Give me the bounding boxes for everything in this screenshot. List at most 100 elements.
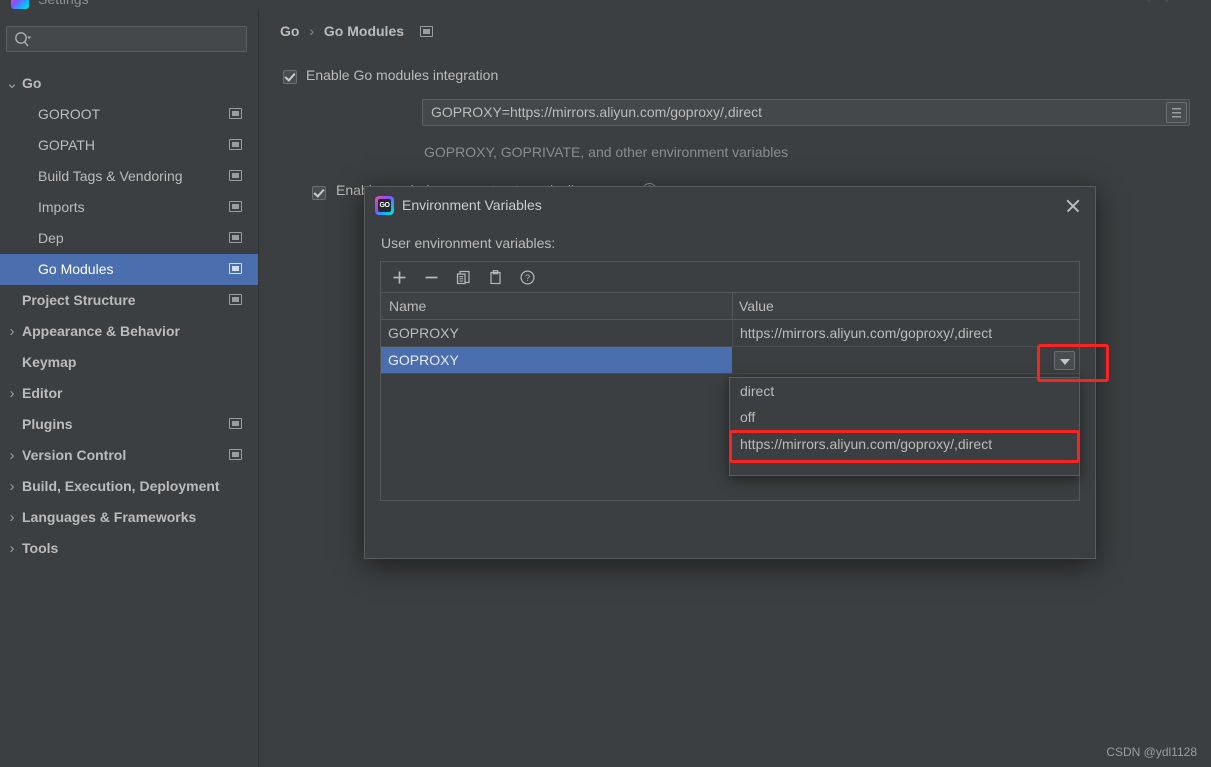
chevron-right-icon[interactable]: › (5, 502, 19, 533)
column-divider[interactable] (732, 293, 733, 319)
dialog-title: Environment Variables (402, 197, 542, 213)
settings-tree: ⌄ Go GOROOT GOPATH Build Tags & Vendoring Imp… (0, 68, 258, 564)
svg-text:?: ? (525, 273, 530, 283)
cell-name[interactable]: GOPROXY (381, 320, 732, 347)
sidebar-item-gopath[interactable]: GOPATH (0, 130, 258, 161)
help-icon: ? (520, 270, 535, 285)
window-controls[interactable]: ▫ ▫ (1147, 0, 1199, 5)
help-button[interactable]: ? (517, 267, 538, 288)
sidebar-item-label: Tools (22, 540, 59, 556)
sidebar-item-imports[interactable]: Imports (0, 192, 258, 223)
table-row[interactable]: GOPROXY (381, 347, 1079, 374)
settings-window: Settings ▫ ▫ ⌄GoGOROOTGOPATHBuild Tags &… (0, 0, 1211, 767)
configurable-indicator-icon (229, 201, 242, 212)
environment-browse-button[interactable] (1166, 102, 1187, 123)
cell-name-text: GOPROXY (388, 325, 459, 341)
column-header-name[interactable]: Name (389, 298, 426, 314)
breadcrumb-root[interactable]: Go (280, 23, 299, 39)
breadcrumb: Go › Go Modules (280, 23, 433, 39)
configurable-indicator-icon (229, 263, 242, 274)
sidebar-item-languages-frameworks[interactable]: › Languages & Frameworks (0, 502, 258, 533)
sidebar-item-tools[interactable]: › Tools (0, 533, 258, 564)
chevron-right-icon[interactable]: › (5, 440, 19, 471)
chevron-right-icon[interactable]: › (5, 316, 19, 347)
sidebar-item-go-modules[interactable]: Go Modules (0, 254, 258, 285)
chevron-right-icon[interactable]: › (5, 471, 19, 502)
enable-go-modules-checkbox[interactable] (283, 70, 297, 84)
add-variable-button[interactable] (389, 267, 410, 288)
configurable-indicator-icon (229, 108, 242, 119)
search-box[interactable] (6, 26, 247, 53)
dialog-titlebar: GO Environment Variables (365, 187, 1095, 223)
table-row[interactable]: GOPROXY https://mirrors.aliyun.com/goprox… (381, 320, 1079, 347)
paste-icon (490, 270, 501, 285)
sidebar-item-plugins[interactable]: Plugins (0, 409, 258, 440)
dialog-subtitle-text: User environment variables: (381, 235, 556, 251)
plus-icon (393, 271, 406, 284)
configurable-indicator-icon (229, 139, 242, 150)
settings-sidebar: ⌄ Go GOROOT GOPATH Build Tags & Vendoring Imp… (0, 10, 259, 767)
environment-field[interactable]: GOPROXY=https://mirrors.aliyun.com/gopro… (422, 99, 1190, 126)
sidebar-item-appearance-behavior[interactable]: › Appearance & Behavior (0, 316, 258, 347)
env-table-header: Name Value (381, 293, 1079, 320)
sidebar-item-label: Build, Execution, Deployment (22, 478, 220, 494)
sidebar-item-label: GOPATH (38, 137, 96, 153)
sidebar-item-go[interactable]: ⌄ Go (0, 68, 258, 99)
sidebar-item-label: Imports (38, 199, 85, 215)
configurable-indicator-icon (229, 449, 242, 460)
sidebar-item-label: GOROOT (38, 106, 101, 122)
column-header-value[interactable]: Value (739, 298, 774, 314)
minus-icon (425, 276, 438, 279)
sidebar-item-version-control[interactable]: › Version Control (0, 440, 258, 471)
search-input[interactable] (37, 27, 246, 53)
sidebar-item-editor[interactable]: › Editor (0, 378, 258, 409)
sidebar-item-dep[interactable]: Dep (0, 223, 258, 254)
sidebar-item-goroot[interactable]: GOROOT (0, 99, 258, 130)
goland-app-icon: GO (375, 196, 394, 215)
sidebar-item-label: Go Modules (38, 261, 114, 277)
enable-vendoring-checkbox[interactable] (312, 186, 326, 200)
breadcrumb-leaf: Go Modules (323, 23, 405, 39)
cell-name[interactable]: GOPROXY (381, 347, 732, 374)
copy-variables-button[interactable] (453, 267, 474, 288)
sidebar-item-project-structure[interactable]: Project Structure (0, 285, 258, 316)
configurable-indicator-icon (229, 418, 242, 429)
environment-hint: GOPROXY, GOPRIVATE, and other environmen… (424, 144, 789, 160)
value-dropdown-toggle[interactable] (1054, 351, 1075, 370)
environment-value: GOPROXY=https://mirrors.aliyun.com/gopro… (431, 104, 763, 120)
sidebar-item-label: Project Structure (22, 292, 136, 308)
sidebar-item-keymap[interactable]: Keymap (0, 347, 258, 378)
chevron-down-icon[interactable]: ⌄ (5, 68, 19, 99)
search-icon (15, 32, 32, 47)
cell-value-text: https://mirrors.aliyun.com/goproxy/,dire… (740, 325, 993, 341)
breadcrumb-separator: › (309, 23, 315, 39)
goproxy-value-dropdown: direct off https://mirrors.aliyun.com/gopr… (729, 377, 1080, 476)
configurable-indicator-icon (229, 232, 242, 243)
sidebar-item-label: Go (22, 75, 42, 91)
sidebar-item-label: Version Control (22, 447, 127, 463)
dropdown-option[interactable]: off (730, 404, 1079, 430)
sidebar-item-label: Appearance & Behavior (22, 323, 180, 339)
cell-value[interactable]: https://mirrors.aliyun.com/goproxy/,dire… (733, 320, 1079, 347)
sidebar-item-label: Plugins (22, 416, 73, 432)
sidebar-item-label: Build Tags & Vendoring (38, 168, 183, 184)
sidebar-item-label: Dep (38, 230, 64, 246)
paste-variables-button[interactable] (485, 267, 506, 288)
close-icon[interactable] (1064, 197, 1081, 214)
configurable-indicator-icon (229, 170, 242, 181)
cell-value[interactable] (733, 347, 1079, 374)
dropdown-option[interactable]: https://mirrors.aliyun.com/goproxy/,dire… (730, 430, 1079, 457)
chevron-right-icon[interactable]: › (5, 533, 19, 564)
window-titlebar: Settings (0, 0, 1211, 10)
configurable-indicator-icon (229, 294, 242, 305)
env-table-toolbar: ? (381, 262, 1079, 293)
sidebar-item-build-execution-deployment[interactable]: › Build, Execution, Deployment (0, 471, 258, 502)
dialog-subtitle: User environment variables: (381, 235, 555, 251)
dropdown-option[interactable]: direct (730, 378, 1079, 404)
chevron-right-icon[interactable]: › (5, 378, 19, 409)
sidebar-item-build-tags-vendoring[interactable]: Build Tags & Vendoring (0, 161, 258, 192)
sidebar-item-label: Keymap (22, 354, 77, 370)
environment-variables-dialog: GO Environment Variables User environmen… (364, 186, 1096, 559)
remove-variable-button[interactable] (421, 267, 442, 288)
goland-logo-icon (11, 0, 29, 9)
